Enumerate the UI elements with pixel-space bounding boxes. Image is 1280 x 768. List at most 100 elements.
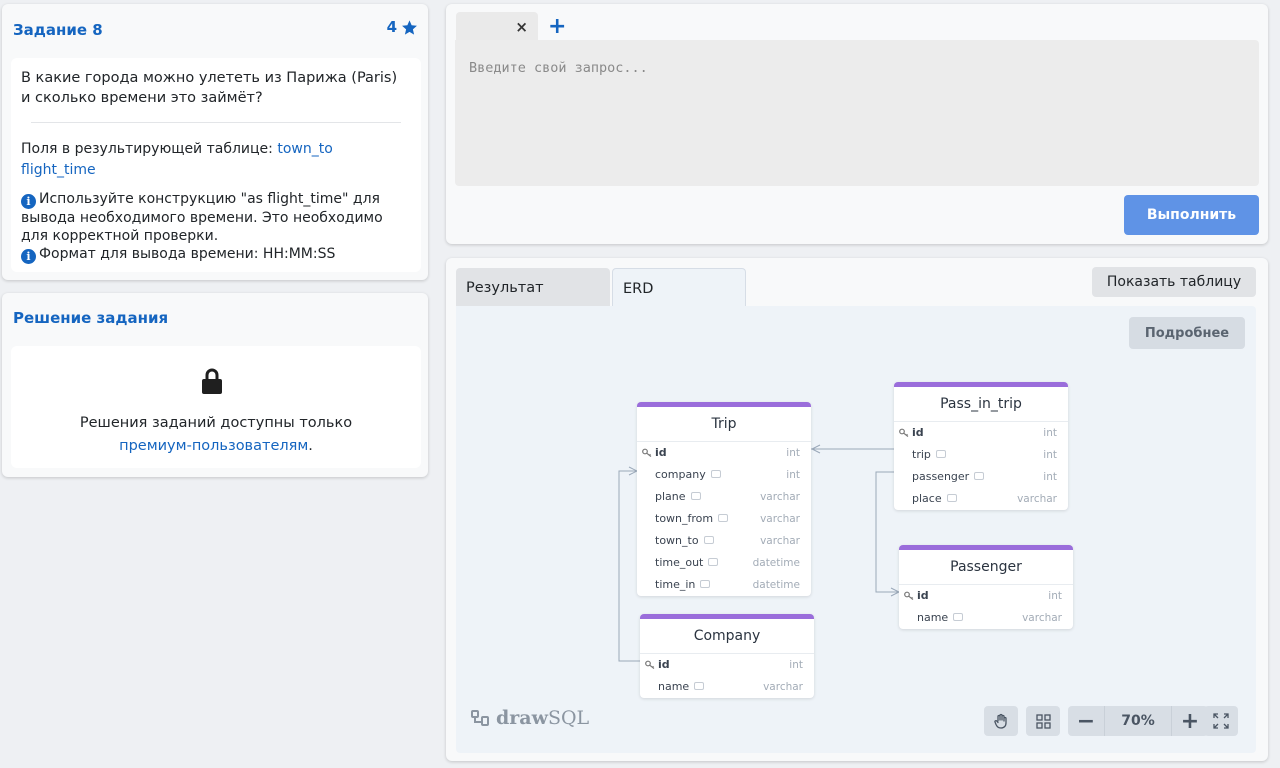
comment-icon: [946, 494, 957, 502]
entity-name: Company: [640, 619, 814, 654]
comment-icon: [710, 470, 721, 478]
task-header: Задание 8 4: [13, 18, 418, 42]
query-editor-card: × + Выполнить: [446, 4, 1268, 244]
task-question: В какие города можно улететь из Парижа (…: [21, 70, 398, 106]
column-type: datetime: [752, 557, 800, 569]
column-type: int: [786, 469, 800, 481]
info-icon: i: [21, 194, 36, 209]
task-body: В какие города можно улететь из Парижа (…: [11, 58, 421, 272]
column-name: id: [655, 446, 667, 459]
column-name: town_from: [655, 512, 714, 525]
column-name: trip: [912, 448, 931, 461]
comment-icon: [690, 492, 701, 500]
key-icon: [899, 428, 909, 437]
task-title: Задание 8: [13, 21, 103, 39]
close-tab-button[interactable]: ×: [515, 18, 528, 36]
sql-query-input[interactable]: [455, 40, 1259, 186]
entity-name: Passenger: [899, 550, 1073, 585]
column-row: company int: [637, 464, 811, 486]
erd-relations: [618, 444, 901, 662]
column-type: varchar: [763, 681, 803, 693]
key-icon: [642, 448, 652, 457]
solution-suffix: .: [308, 438, 313, 454]
column-type: int: [1043, 427, 1057, 439]
note-text: Используйте конструкцию "as flight_time"…: [21, 191, 383, 244]
field-flight-time: flight_time: [21, 162, 96, 178]
comment-icon: [718, 514, 729, 522]
erd-canvas[interactable]: Подробнее Trip id int company int plane var…: [456, 306, 1256, 753]
column-row: name varchar: [899, 607, 1073, 629]
column-type: varchar: [760, 513, 800, 525]
entity-passenger[interactable]: Passenger id int name varchar: [899, 545, 1073, 629]
comment-icon: [953, 613, 964, 621]
add-tab-button[interactable]: +: [548, 14, 566, 40]
column-name: id: [912, 426, 924, 439]
column-row: id int: [640, 654, 814, 676]
column-row: name varchar: [640, 676, 814, 698]
column-row: place varchar: [894, 488, 1068, 510]
column-name: company: [655, 468, 706, 481]
result-card: Результат запроса ERD диаграмма Показать…: [446, 258, 1268, 761]
entity-company[interactable]: Company id int name varchar: [640, 614, 814, 698]
drawsql-logo: draw SQL: [471, 707, 589, 729]
comment-icon: [694, 682, 705, 690]
column-row: trip int: [894, 444, 1068, 466]
comment-icon: [708, 558, 719, 566]
column-row: id int: [899, 585, 1073, 607]
column-type: int: [789, 659, 803, 671]
column-row: id int: [894, 422, 1068, 444]
tab-query-result[interactable]: Результат запроса: [456, 268, 610, 336]
logo-word-draw: draw: [496, 707, 548, 729]
premium-link[interactable]: премиум-пользователям: [119, 438, 308, 454]
column-row: time_out datetime: [637, 552, 811, 574]
column-name: name: [917, 611, 949, 624]
column-type: varchar: [760, 491, 800, 503]
comment-icon: [703, 536, 714, 544]
grid-toggle-button[interactable]: [1026, 706, 1060, 736]
star-icon: [402, 19, 417, 35]
column-type: varchar: [1017, 493, 1057, 505]
column-type: varchar: [1022, 612, 1062, 624]
grid-icon: [1035, 713, 1051, 729]
column-name: plane: [655, 490, 686, 503]
column-type: int: [1043, 471, 1057, 483]
divider: [31, 122, 401, 123]
zoom-in-button[interactable]: +: [1172, 706, 1208, 736]
comment-icon: [700, 580, 711, 588]
entity-pass-in-trip[interactable]: Pass_in_trip id int trip int passenger int …: [894, 382, 1068, 510]
column-row: town_from varchar: [637, 508, 811, 530]
column-name: time_out: [655, 556, 704, 569]
entity-name: Pass_in_trip: [894, 387, 1068, 422]
hand-icon: [994, 713, 1007, 729]
fullscreen-button[interactable]: [1204, 706, 1238, 736]
show-table-button[interactable]: Показать таблицу: [1092, 267, 1256, 297]
expand-icon: [1213, 713, 1229, 729]
column-row: town_to varchar: [637, 530, 811, 552]
zoom-out-button[interactable]: −: [1068, 706, 1104, 736]
column-type: int: [786, 447, 800, 459]
column-type: int: [1048, 590, 1062, 602]
zoom-controls: − 70% +: [1068, 706, 1208, 736]
info-icon: i: [21, 249, 36, 264]
column-name: name: [658, 680, 690, 693]
column-name: place: [912, 492, 942, 505]
pan-mode-button[interactable]: [984, 706, 1018, 736]
column-name: town_to: [655, 534, 699, 547]
column-type: varchar: [760, 535, 800, 547]
tab-erd-diagram[interactable]: ERD диаграмма: [612, 268, 746, 337]
column-row: plane varchar: [637, 486, 811, 508]
column-type: datetime: [752, 579, 800, 591]
solution-text: Решения заданий доступны только премиум-…: [11, 412, 421, 458]
entity-trip[interactable]: Trip id int company int plane varchar town_…: [637, 402, 811, 596]
zoom-level: 70%: [1104, 706, 1172, 736]
comment-icon: [935, 450, 946, 458]
note-time-format: i Формат для вывода времени: HH:MM:SS: [21, 245, 411, 264]
solution-message: Решения заданий доступны только: [79, 415, 353, 431]
rating-value: 4: [386, 18, 397, 36]
solution-card: Решение задания Решения заданий доступны…: [2, 293, 428, 477]
field-town-to: town_to: [277, 141, 333, 157]
logo-word-sql: SQL: [547, 707, 590, 729]
run-query-button[interactable]: Выполнить: [1124, 195, 1259, 235]
fields-label: Поля в результирующей таблице:: [21, 141, 273, 157]
note-as-flight-time: i Используйте конструкцию "as flight_time…: [21, 190, 411, 245]
